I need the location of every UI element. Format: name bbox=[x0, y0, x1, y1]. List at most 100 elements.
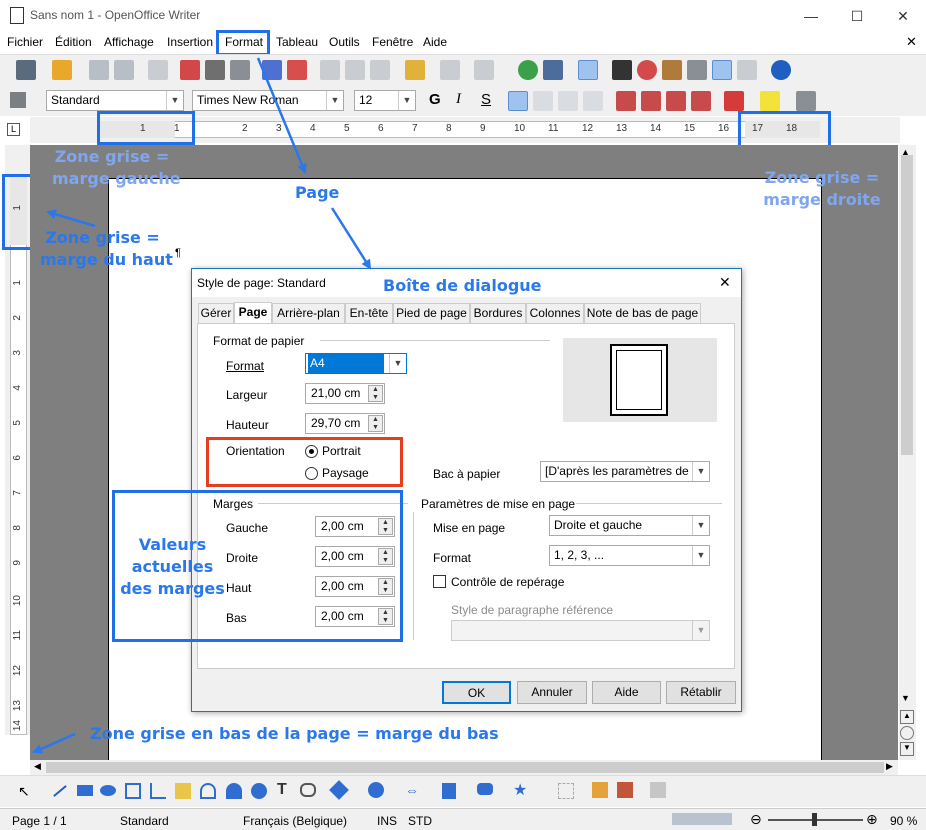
navigator-icon[interactable] bbox=[637, 60, 657, 80]
line-icon[interactable] bbox=[53, 785, 67, 797]
menu-fenetre[interactable]: Fenêtre bbox=[372, 35, 413, 49]
rectangle-icon[interactable] bbox=[77, 785, 93, 796]
increase-indent-icon[interactable] bbox=[691, 91, 711, 111]
close-button[interactable]: ✕ bbox=[880, 0, 926, 32]
table-icon[interactable] bbox=[543, 60, 563, 80]
styles-formatting-icon[interactable] bbox=[10, 92, 26, 108]
find-replace-icon[interactable] bbox=[612, 60, 632, 80]
close-document-icon[interactable]: ✕ bbox=[906, 34, 917, 50]
menu-affichage[interactable]: Affichage bbox=[104, 35, 154, 49]
horizontal-scrollbar[interactable]: ◀ ▶ bbox=[30, 760, 898, 775]
tab-arriere-plan[interactable]: Arrière-plan bbox=[272, 303, 345, 324]
vertical-scrollbar[interactable]: ▲ ▼ ▲ ▼ bbox=[899, 145, 916, 760]
cancel-button[interactable]: Annuler bbox=[517, 681, 587, 704]
menu-tableau[interactable]: Tableau bbox=[276, 35, 318, 49]
autospellcheck-icon[interactable] bbox=[287, 60, 307, 80]
horizontal-scroll-thumb[interactable] bbox=[46, 762, 884, 773]
from-file-icon[interactable] bbox=[617, 782, 633, 798]
paper-format-select[interactable]: A4 ▼ bbox=[305, 353, 407, 374]
open-icon[interactable] bbox=[52, 60, 72, 80]
view-layout-icons[interactable] bbox=[672, 813, 732, 825]
gallery-icon[interactable] bbox=[662, 60, 682, 80]
tab-pied-de-page[interactable]: Pied de page bbox=[393, 303, 470, 324]
page-style[interactable]: Standard bbox=[120, 814, 169, 828]
hyperlink-icon[interactable] bbox=[518, 60, 538, 80]
print-preview-icon[interactable] bbox=[230, 60, 250, 80]
maximize-button[interactable]: ☐ bbox=[834, 0, 880, 32]
scroll-right-icon[interactable]: ▶ bbox=[886, 761, 893, 772]
polygon-icon[interactable] bbox=[125, 783, 141, 799]
align-center-icon[interactable] bbox=[533, 91, 553, 111]
reset-button[interactable]: Rétablir bbox=[666, 681, 736, 704]
height-field[interactable]: 29,70 cm ▲ ▼ bbox=[305, 413, 385, 434]
selection-mode[interactable]: STD bbox=[408, 814, 432, 828]
undo-icon[interactable] bbox=[440, 60, 460, 80]
zoom-out-icon[interactable]: ⊖ bbox=[750, 811, 762, 828]
ellipse-pie-icon[interactable] bbox=[226, 783, 242, 799]
background-color-icon[interactable] bbox=[796, 91, 816, 111]
extrusion-icon[interactable] bbox=[650, 782, 666, 798]
cut-icon[interactable] bbox=[320, 60, 340, 80]
decrease-indent-icon[interactable] bbox=[666, 91, 686, 111]
minimize-button[interactable]: — bbox=[788, 0, 834, 32]
highlighting-icon[interactable] bbox=[760, 91, 780, 111]
scroll-down-icon[interactable]: ▼ bbox=[901, 693, 910, 703]
text-icon[interactable]: T bbox=[277, 781, 287, 799]
tab-stop-icon[interactable]: L bbox=[7, 123, 20, 136]
freeform-icon[interactable] bbox=[175, 783, 191, 799]
ellipse-icon[interactable] bbox=[100, 785, 116, 796]
tab-colonnes[interactable]: Colonnes bbox=[526, 303, 584, 324]
bullets-icon[interactable] bbox=[641, 91, 661, 111]
tab-gerer[interactable]: Gérer bbox=[198, 303, 234, 324]
new-document-icon[interactable] bbox=[16, 60, 36, 80]
tab-note-bas-de-page[interactable]: Note de bas de page bbox=[584, 303, 701, 324]
menu-edition[interactable]: Édition bbox=[55, 35, 92, 49]
align-right-icon[interactable] bbox=[558, 91, 578, 111]
print-icon[interactable] bbox=[205, 60, 225, 80]
block-arrows-icon[interactable]: ⇔ bbox=[405, 782, 419, 798]
paragraph-style-select[interactable]: Standard ▼ bbox=[46, 90, 184, 111]
tab-en-tete[interactable]: En-tête bbox=[345, 303, 393, 324]
menu-outils[interactable]: Outils bbox=[329, 35, 360, 49]
menu-insertion[interactable]: Insertion bbox=[167, 35, 213, 49]
copy-icon[interactable] bbox=[345, 60, 365, 80]
formatting-marks-icon[interactable] bbox=[712, 60, 732, 80]
register-true-label[interactable]: Contrôle de repérage bbox=[451, 575, 564, 589]
zoom-slider-handle[interactable] bbox=[812, 813, 817, 826]
save-icon[interactable] bbox=[89, 60, 109, 80]
scroll-thumb[interactable] bbox=[901, 155, 913, 455]
zoom-level[interactable]: 90 % bbox=[890, 814, 917, 828]
select-pointer-icon[interactable]: ↖ bbox=[18, 783, 30, 800]
spinner-icon[interactable]: ▲ ▼ bbox=[368, 385, 383, 402]
menu-fichier[interactable]: Fichier bbox=[7, 35, 43, 49]
clone-format-icon[interactable] bbox=[405, 60, 425, 80]
reference-style-select[interactable]: ▼ bbox=[451, 620, 710, 641]
previous-page-icon[interactable]: ▲ bbox=[900, 710, 914, 724]
page-layout-select[interactable]: Droite et gauche ▼ bbox=[549, 515, 710, 536]
font-size-select[interactable]: 12 ▼ bbox=[354, 90, 416, 111]
underline-icon[interactable]: S bbox=[481, 91, 491, 108]
width-field[interactable]: 21,00 cm ▲ ▼ bbox=[305, 383, 385, 404]
stars-icon[interactable]: ★ bbox=[513, 780, 527, 800]
symbol-shapes-icon[interactable] bbox=[368, 782, 384, 798]
show-draw-functions-icon[interactable] bbox=[578, 60, 598, 80]
export-pdf-icon[interactable] bbox=[180, 60, 200, 80]
tab-page[interactable]: Page bbox=[234, 302, 272, 324]
navigation-icon[interactable] bbox=[900, 726, 914, 740]
paste-icon[interactable] bbox=[370, 60, 390, 80]
circle-segment-icon[interactable] bbox=[251, 783, 267, 799]
ok-button[interactable]: OK bbox=[442, 681, 511, 704]
font-color-icon[interactable] bbox=[724, 91, 744, 111]
italic-icon[interactable]: I bbox=[456, 91, 461, 108]
paper-tray-select[interactable]: [D'après les paramètres de l' ▼ bbox=[540, 461, 710, 482]
arc-icon[interactable] bbox=[200, 783, 216, 799]
data-sources-icon[interactable] bbox=[687, 60, 707, 80]
zoom-in-icon[interactable]: ⊕ bbox=[866, 811, 878, 828]
tab-bordures[interactable]: Bordures bbox=[470, 303, 526, 324]
dialog-close-icon[interactable]: ✕ bbox=[719, 274, 731, 291]
callout-shapes-icon[interactable] bbox=[477, 783, 493, 795]
scroll-left-icon[interactable]: ◀ bbox=[34, 761, 41, 772]
email-icon[interactable] bbox=[114, 60, 134, 80]
register-true-checkbox[interactable] bbox=[433, 575, 446, 588]
help-button[interactable]: Aide bbox=[592, 681, 661, 704]
